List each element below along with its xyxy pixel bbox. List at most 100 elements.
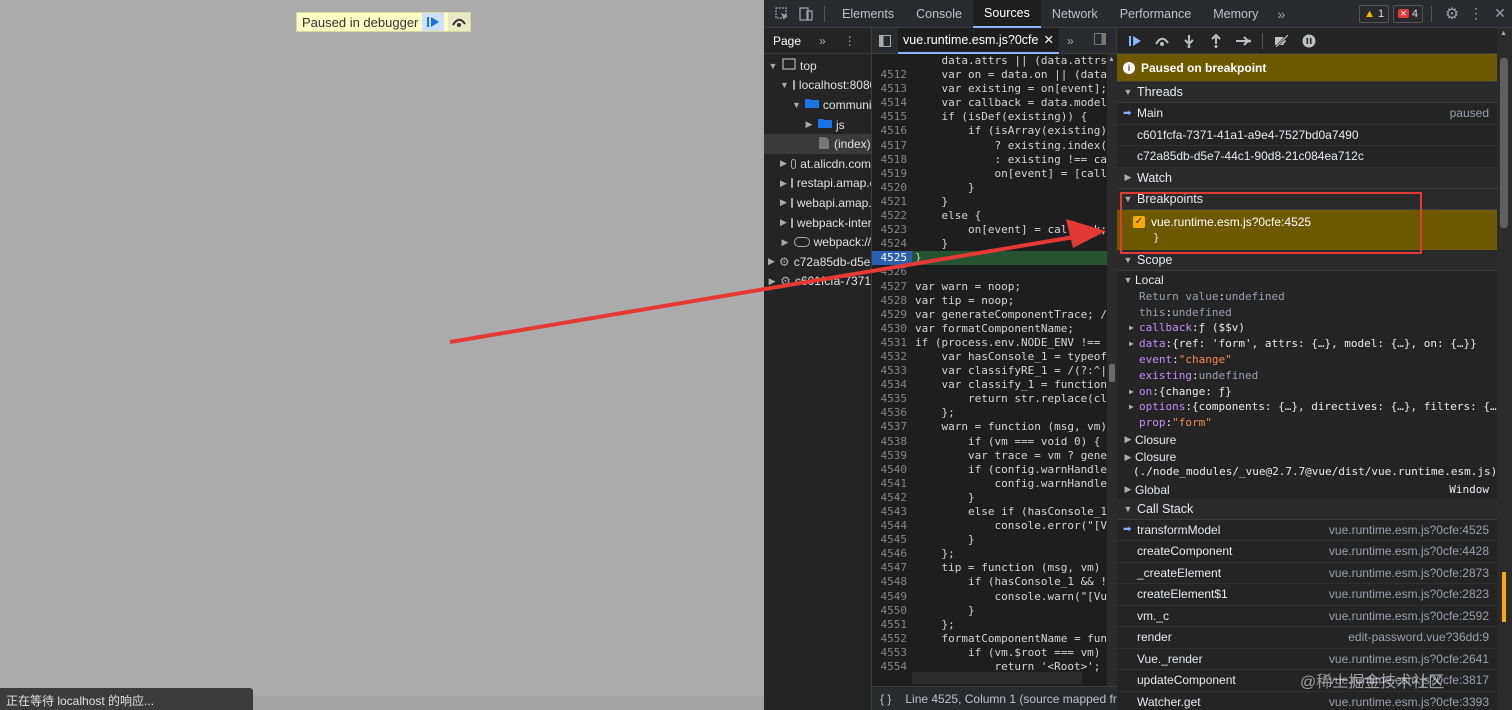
code-line[interactable]: 4526 [872, 265, 1107, 280]
line-number[interactable]: 4533 [872, 364, 912, 379]
tree-item[interactable]: ▶ webpack-internal:// [764, 213, 871, 233]
line-number[interactable]: 4515 [872, 110, 912, 125]
line-number[interactable]: 4513 [872, 82, 912, 97]
call-frame[interactable]: createComponent vue.runtime.esm.js?0cfe:4… [1117, 541, 1497, 563]
line-number[interactable]: 4543 [872, 505, 912, 520]
breakpoint-line[interactable]: 4525} [872, 251, 1107, 266]
line-number[interactable]: 4550 [872, 603, 912, 618]
code-line[interactable]: 4544 console.error("[V [872, 519, 1107, 534]
tree-item[interactable]: ▼ localhost:8080 [764, 76, 871, 96]
line-number[interactable]: 4538 [872, 434, 912, 449]
line-number[interactable]: 4512 [872, 68, 912, 83]
scope-variable[interactable]: prop: "form" [1117, 415, 1497, 431]
code-line[interactable]: 4520 } [872, 180, 1107, 195]
call-stack-section-header[interactable]: ▼ Call Stack [1117, 498, 1497, 520]
toggle-navigator-icon[interactable] [872, 34, 898, 47]
code-line[interactable]: 4549 console.warn("[Vu [872, 589, 1107, 604]
line-number[interactable]: 4523 [872, 223, 912, 238]
line-number[interactable]: 4545 [872, 533, 912, 548]
code-line[interactable]: 4519 on[event] = [call [872, 166, 1107, 181]
tab-console[interactable]: Console [905, 0, 973, 28]
line-number[interactable]: 4526 [872, 265, 912, 280]
frame-location[interactable]: edit-password.vue?36dd:9 [1348, 630, 1497, 644]
tab-network[interactable]: Network [1041, 0, 1109, 28]
tab-memory[interactable]: Memory [1202, 0, 1269, 28]
code-line[interactable]: 4522 else { [872, 209, 1107, 224]
step-over-button[interactable] [1150, 30, 1174, 52]
tree-item[interactable]: ▶ webapi.amap.com [764, 193, 871, 213]
line-number[interactable]: 4517 [872, 138, 912, 153]
code-line[interactable]: 4521 } [872, 194, 1107, 210]
scope-variable[interactable]: ▶ data: {ref: 'form', attrs: {…}, model: … [1117, 336, 1497, 352]
code-line[interactable]: 4514 var callback = data.model [872, 96, 1107, 111]
line-number[interactable]: 4536 [872, 406, 912, 421]
code-line[interactable]: 4542 } [872, 490, 1107, 505]
scope-global[interactable]: ▶ Global Window [1117, 481, 1497, 499]
watch-section-header[interactable]: ▶ Watch [1117, 167, 1497, 189]
scope-closure-2[interactable]: ▶ Closure (./node_modules/_vue@2.7.7@vue/… [1117, 449, 1497, 481]
frame-location[interactable]: vue.runtime.esm.js?0cfe:2873 [1329, 566, 1497, 580]
line-number[interactable]: 4522 [872, 209, 912, 224]
code-line[interactable]: 4516 if (isArray(existing) [872, 124, 1107, 139]
code-line[interactable]: 4547 tip = function (msg, vm) [872, 561, 1107, 576]
tab-elements[interactable]: Elements [831, 0, 905, 28]
line-number[interactable]: 4534 [872, 378, 912, 393]
code-line[interactable]: 4552 formatComponentName = fun [872, 631, 1107, 646]
frame-location[interactable]: vue.runtime.esm.js?0cfe:4428 [1329, 544, 1497, 558]
line-number[interactable]: 4518 [872, 152, 912, 167]
call-frame[interactable]: Watcher.get vue.runtime.esm.js?0cfe:3393 [1117, 692, 1497, 710]
line-number[interactable]: 4539 [872, 448, 912, 463]
code-line[interactable]: 4540 if (config.warnHandle [872, 462, 1107, 477]
code-line[interactable]: 4541 config.warnHandle [872, 476, 1107, 491]
code-line[interactable]: 4548 if (hasConsole_1 && ! [872, 575, 1107, 590]
step-button[interactable] [1231, 30, 1255, 52]
more-navigator-icon[interactable]: » [819, 34, 826, 48]
scope-variable[interactable]: ▶ on: {change: ƒ} [1117, 383, 1497, 399]
inspect-element-icon[interactable] [770, 0, 794, 28]
kebab-menu-icon[interactable]: ⋮ [1464, 0, 1488, 28]
code-line[interactable]: 4545 } [872, 533, 1107, 548]
file-tab[interactable]: vue.runtime.esm.js?0cfe ✕ [898, 27, 1059, 54]
line-number[interactable]: 4529 [872, 307, 912, 322]
step-out-button[interactable] [1204, 30, 1228, 52]
step-over-button[interactable] [448, 13, 471, 31]
line-number[interactable]: 4530 [872, 321, 912, 336]
resume-button[interactable] [1123, 30, 1147, 52]
line-number[interactable]: 4548 [872, 575, 912, 590]
line-number[interactable]: 4520 [872, 180, 912, 195]
editor-hscroll[interactable] [872, 672, 1117, 684]
code-line[interactable]: 4527 var warn = noop; [872, 279, 1107, 294]
scope-variable[interactable]: event: "change" [1117, 352, 1497, 368]
scope-variable[interactable]: Return value: undefined [1117, 289, 1497, 305]
tree-item[interactable]: ▶ webpack:// [764, 232, 871, 252]
code-line[interactable]: 4537 warn = function (msg, vm) [872, 420, 1107, 435]
code-line[interactable]: 4512 var on = data.on || (data [872, 68, 1107, 83]
line-number[interactable]: 4553 [872, 645, 912, 661]
code-line[interactable]: 4543 else if (hasConsole_1 [872, 505, 1107, 520]
line-number[interactable]: 4549 [872, 589, 912, 604]
tab-performance[interactable]: Performance [1109, 0, 1203, 28]
line-number[interactable]: 4540 [872, 462, 912, 477]
code-line[interactable]: data.attrs || (data.attrs [872, 54, 1107, 69]
tree-item[interactable]: ▶ restapi.amap.com [764, 174, 871, 194]
call-frame[interactable]: createElement$1 vue.runtime.esm.js?0cfe:2… [1117, 584, 1497, 606]
call-frame[interactable]: vm._c vue.runtime.esm.js?0cfe:2592 [1117, 606, 1497, 628]
tree-item[interactable]: ▶ js [764, 115, 871, 135]
line-number[interactable]: 4521 [872, 194, 912, 210]
frame-location[interactable]: vue.runtime.esm.js?0cfe:4525 [1329, 523, 1497, 537]
navigator-menu-icon[interactable]: ⋮ [844, 34, 856, 48]
line-number[interactable]: 4525 [872, 251, 912, 266]
threads-section-header[interactable]: ▼ Threads [1117, 82, 1497, 103]
close-devtools-icon[interactable]: ✕ [1488, 0, 1512, 28]
deactivate-breakpoints-button[interactable] [1270, 30, 1294, 52]
code-line[interactable]: 4553 if (vm.$root === vm) [872, 645, 1107, 661]
toggle-debugger-icon[interactable] [1093, 33, 1106, 48]
call-frame[interactable]: _createElement vue.runtime.esm.js?0cfe:28… [1117, 563, 1497, 585]
step-into-button[interactable] [1177, 30, 1201, 52]
thread-item[interactable]: c72a85db-d5e7-44c1-90d8-21c084ea712c [1117, 146, 1497, 168]
frame-location[interactable]: vue.runtime.esm.js?0cfe:2592 [1329, 609, 1497, 623]
scope-local-header[interactable]: ▼ Local [1117, 271, 1497, 289]
code-line[interactable]: 4538 if (vm === void 0) { [872, 434, 1107, 449]
code-line[interactable]: 4513 var existing = on[event]; [872, 82, 1107, 97]
debugger-scrollbar[interactable]: ▲ [1497, 28, 1512, 710]
